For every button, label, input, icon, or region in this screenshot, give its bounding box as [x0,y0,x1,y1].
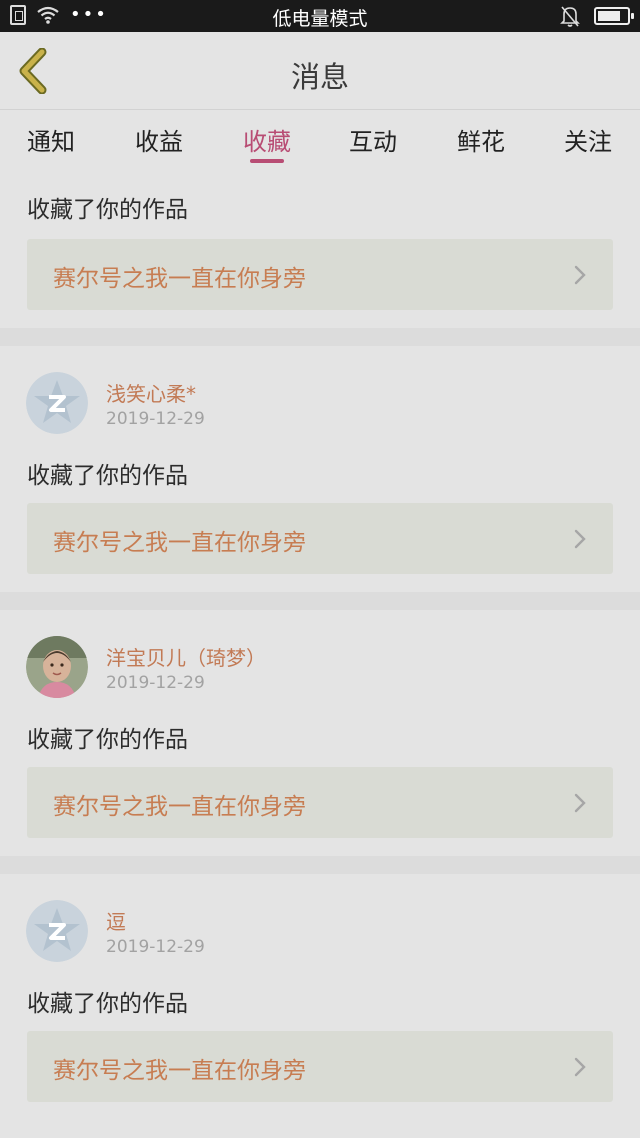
user-name[interactable]: 浅笑心柔* [106,378,196,407]
message-action: 收藏了你的作品 [27,197,188,223]
message-action: 收藏了你的作品 [27,727,188,753]
work-link[interactable]: 赛尔号之我一直在你身旁 [27,767,613,838]
user-photo-avatar[interactable] [26,636,88,698]
message-item: 洋宝贝儿（琦梦） 2019-12-29 收藏了你的作品 赛尔号之我一直在你身旁 [0,610,640,856]
separator [0,856,640,874]
header: 消息 [0,32,640,110]
message-date: 2019-12-29 [106,673,205,693]
battery-icon [594,7,634,25]
tab-follows[interactable]: 关注 [548,122,628,157]
user-name[interactable]: 逗 [106,906,126,935]
tab-bar: 通知 收益 收藏 互动 鲜花 关注 [0,110,640,172]
bell-muted-icon [560,6,580,27]
work-link[interactable]: 赛尔号之我一直在你身旁 [27,239,613,310]
work-title: 赛尔号之我一直在你身旁 [53,1058,306,1084]
tab-notifications[interactable]: 通知 [11,122,91,157]
work-title: 赛尔号之我一直在你身旁 [53,266,306,292]
message-date: 2019-12-29 [106,409,205,429]
separator [0,592,640,610]
message-action: 收藏了你的作品 [27,463,188,489]
tab-favorites[interactable]: 收藏 [227,122,307,157]
tab-earnings[interactable]: 收益 [119,122,199,157]
message-item: 收藏了你的作品 赛尔号之我一直在你身旁 [0,172,640,328]
default-avatar-icon[interactable] [26,372,88,434]
chevron-right-icon [574,265,586,285]
chevron-right-icon [574,793,586,813]
status-bar: ••• 低电量模式 [0,0,640,32]
user-name[interactable]: 洋宝贝儿（琦梦） [106,642,266,671]
work-title: 赛尔号之我一直在你身旁 [53,794,306,820]
message-date: 2019-12-29 [106,937,205,957]
active-tab-indicator [250,159,284,163]
work-title: 赛尔号之我一直在你身旁 [53,530,306,556]
message-action: 收藏了你的作品 [27,991,188,1017]
chevron-right-icon [574,529,586,549]
chevron-right-icon [574,1057,586,1077]
message-item: 浅笑心柔* 2019-12-29 收藏了你的作品 赛尔号之我一直在你身旁 [0,346,640,592]
page-title: 消息 [290,60,349,94]
separator [0,328,640,346]
message-item: 逗 2019-12-29 收藏了你的作品 赛尔号之我一直在你身旁 [0,874,640,1138]
status-right [560,5,634,27]
tab-flowers[interactable]: 鲜花 [441,122,521,157]
tab-interactions[interactable]: 互动 [333,122,413,157]
work-link[interactable]: 赛尔号之我一直在你身旁 [27,503,613,574]
status-title: 低电量模式 [272,8,368,30]
work-link[interactable]: 赛尔号之我一直在你身旁 [27,1031,613,1102]
default-avatar-icon[interactable] [26,900,88,962]
